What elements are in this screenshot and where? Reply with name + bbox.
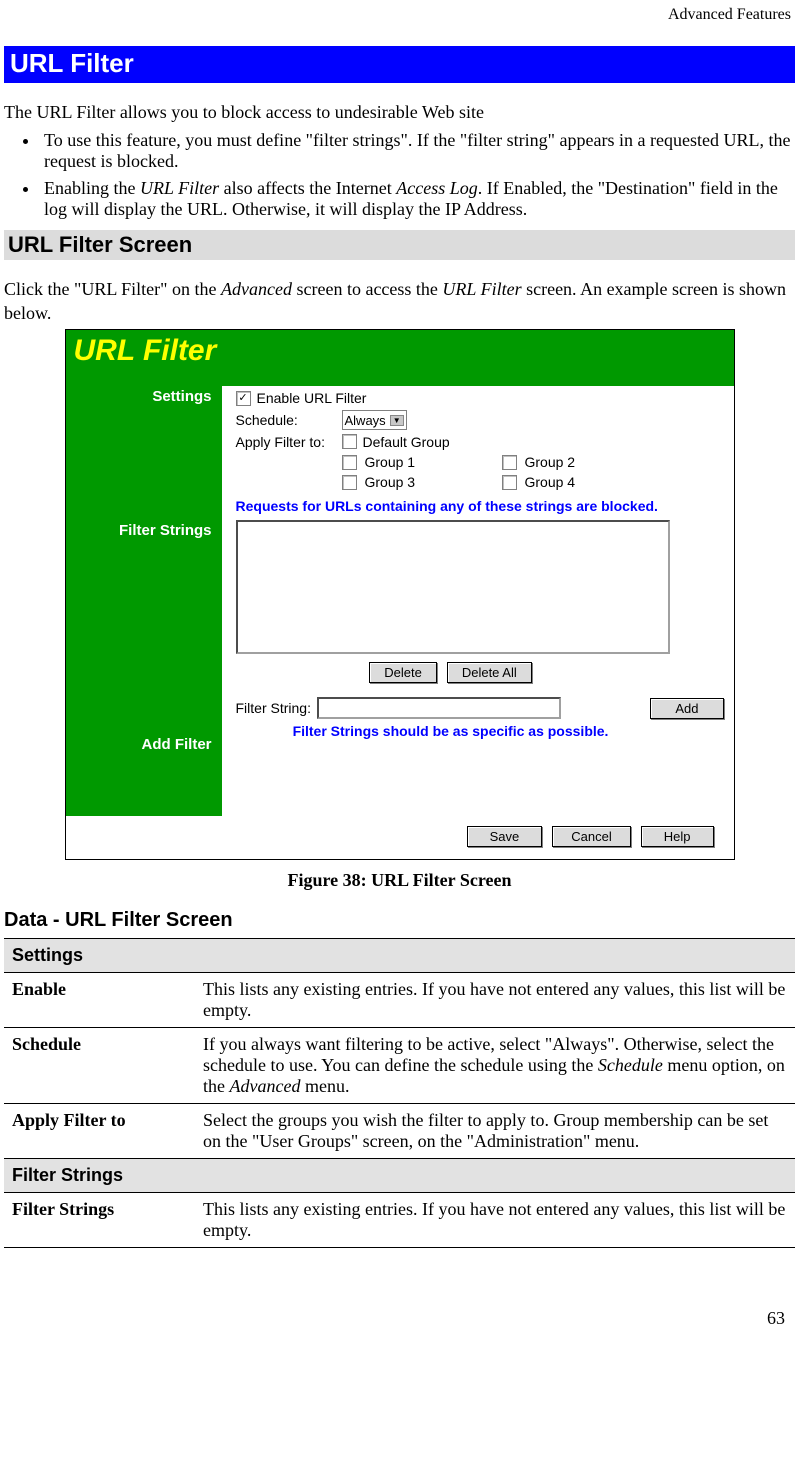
enable-url-filter-checkbox[interactable]: ✓ xyxy=(236,391,251,406)
table-label-filter-strings: Filter Strings xyxy=(4,1193,195,1248)
group1-label: Group 1 xyxy=(365,454,416,470)
page-number: 63 xyxy=(4,1308,795,1329)
ss-sidebar: Settings Filter Strings Add Filter xyxy=(66,386,222,816)
filter-note: Requests for URLs containing any of thes… xyxy=(236,498,724,514)
intro-bullets: To use this feature, you must define "fi… xyxy=(4,130,795,220)
chevron-down-icon: ▼ xyxy=(390,415,404,426)
add-note: Filter Strings should be as specific as … xyxy=(236,723,666,739)
filter-strings-listbox[interactable] xyxy=(236,520,670,654)
table-text-schedule: If you always want filtering to be activ… xyxy=(195,1028,795,1104)
header-section-label: Advanced Features xyxy=(4,0,795,24)
data-table-heading: Data - URL Filter Screen xyxy=(4,909,795,932)
apply-filter-label: Apply Filter to: xyxy=(236,434,336,450)
add-button[interactable]: Add xyxy=(650,698,723,719)
delete-all-button[interactable]: Delete All xyxy=(447,662,532,683)
table-section-settings: Settings xyxy=(4,939,795,973)
ss-sidebar-filter-strings: Filter Strings xyxy=(66,520,212,734)
bullet-2: Enabling the URL Filter also affects the… xyxy=(40,178,795,220)
group1-checkbox[interactable] xyxy=(342,455,357,470)
group4-checkbox[interactable] xyxy=(502,475,517,490)
group3-label: Group 3 xyxy=(365,474,416,490)
schedule-label: Schedule: xyxy=(236,412,336,428)
figure-caption: Figure 38: URL Filter Screen xyxy=(4,870,795,891)
table-text-enable: This lists any existing entries. If you … xyxy=(195,973,795,1028)
ss-sidebar-settings: Settings xyxy=(66,386,212,520)
cancel-button[interactable]: Cancel xyxy=(552,826,630,847)
table-section-filter: Filter Strings xyxy=(4,1159,795,1193)
filter-string-input[interactable] xyxy=(317,697,561,719)
help-button[interactable]: Help xyxy=(641,826,714,847)
table-text-apply: Select the groups you wish the filter to… xyxy=(195,1104,795,1159)
table-label-apply: Apply Filter to xyxy=(4,1104,195,1159)
save-button[interactable]: Save xyxy=(467,826,543,847)
group2-label: Group 2 xyxy=(525,454,576,470)
group4-label: Group 4 xyxy=(525,474,576,490)
enable-url-filter-label: Enable URL Filter xyxy=(257,390,367,406)
filter-string-label: Filter String: xyxy=(236,700,311,716)
table-text-filter-strings: This lists any existing entries. If you … xyxy=(195,1193,795,1248)
ss-sidebar-add-filter: Add Filter xyxy=(66,734,212,816)
intro-paragraph: The URL Filter allows you to block acces… xyxy=(4,101,795,124)
table-label-enable: Enable xyxy=(4,973,195,1028)
ss-main: ✓ Enable URL Filter Schedule: Always ▼ A… xyxy=(222,386,734,816)
delete-button[interactable]: Delete xyxy=(369,662,437,683)
page-title: URL Filter xyxy=(4,46,795,83)
schedule-select[interactable]: Always ▼ xyxy=(342,410,407,430)
default-group-label: Default Group xyxy=(363,434,450,450)
ss-title: URL Filter xyxy=(66,330,734,386)
url-filter-screenshot: URL Filter Settings Filter Strings Add F… xyxy=(65,329,735,860)
data-table: Settings Enable This lists any existing … xyxy=(4,938,795,1248)
group2-checkbox[interactable] xyxy=(502,455,517,470)
default-group-checkbox[interactable] xyxy=(342,434,357,449)
table-label-schedule: Schedule xyxy=(4,1028,195,1104)
group3-checkbox[interactable] xyxy=(342,475,357,490)
section-heading: URL Filter Screen xyxy=(4,230,795,260)
click-instruction: Click the "URL Filter" on the Advanced s… xyxy=(4,278,795,325)
bullet-1: To use this feature, you must define "fi… xyxy=(40,130,795,172)
